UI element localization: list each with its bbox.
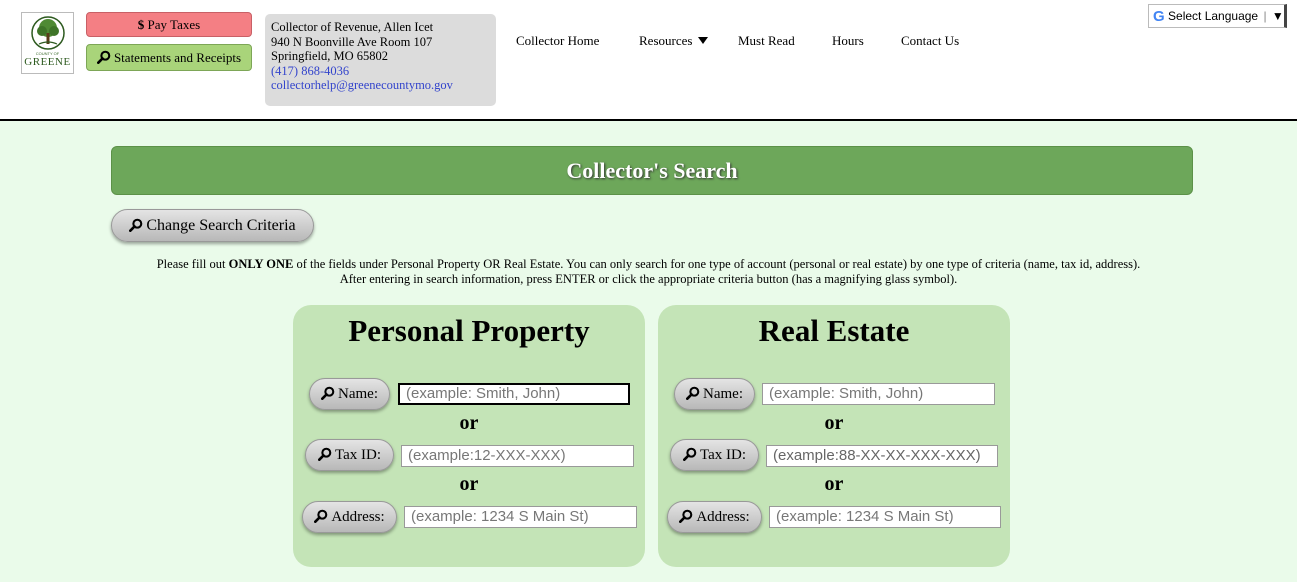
real-name-search-button[interactable]: Name: — [674, 378, 755, 410]
personal-taxid-input[interactable]: (example:12-XXX-XXX) — [401, 445, 634, 467]
or-separator: or — [824, 412, 844, 434]
phone-link[interactable]: (417) 868-4036 — [271, 64, 490, 79]
nav-hours[interactable]: Hours — [832, 33, 864, 49]
city-line: Springfield, MO 65802 — [271, 49, 389, 63]
dollar-icon: $ — [137, 17, 145, 32]
change-search-criteria-label: Change Search Criteria — [146, 217, 296, 234]
real-taxid-input[interactable]: (example:88-XX-XX-XXX-XXX) — [766, 445, 998, 467]
dropdown-arrow-icon: ▼ — [1271, 9, 1284, 23]
real-taxid-search-button[interactable]: Tax ID: — [670, 439, 759, 471]
contact-info-box: Collector of Revenue, Allen Icet 940 N B… — [265, 14, 496, 106]
pay-taxes-button[interactable]: $ Pay Taxes — [86, 12, 252, 37]
address-line: 940 N Boonville Ave Room 107 — [271, 34, 433, 49]
real-name-label: Name: — [703, 386, 743, 402]
instructions-pre: Please fill out — [156, 257, 229, 271]
tree-logo-icon — [31, 16, 65, 50]
change-search-criteria-button[interactable]: Change Search Criteria — [111, 209, 314, 242]
real-address-search-button[interactable]: Address: — [667, 501, 762, 533]
real-estate-title: Real Estate — [758, 313, 910, 348]
or-separator: or — [459, 473, 479, 495]
select-language-label: Select Language — [1168, 9, 1259, 23]
or-separator: or — [459, 412, 479, 434]
personal-name-input[interactable]: (example: Smith, John) — [398, 383, 630, 405]
real-taxid-label: Tax ID: — [699, 447, 747, 463]
nav-must-read[interactable]: Must Read — [738, 33, 795, 49]
instructions-emphasis: ONLY ONE — [228, 257, 294, 271]
statements-receipts-label: Statements and Receipts — [113, 50, 242, 65]
real-name-input[interactable]: (example: Smith, John) — [762, 383, 995, 405]
pay-taxes-label: Pay Taxes — [147, 17, 201, 32]
instructions-post: of the fields under Personal Property OR… — [293, 257, 1141, 271]
real-estate-panel: Real Estate Name: (example: Smith, John)… — [658, 305, 1010, 567]
google-g-icon: G — [1153, 8, 1165, 25]
personal-name-label: Name: — [338, 386, 378, 402]
instructions-line-2: After entering in search information, pr… — [339, 272, 958, 286]
nav-resources-label: Resources — [639, 33, 693, 48]
magnifier-icon — [97, 50, 111, 64]
real-address-label: Address: — [696, 509, 750, 525]
magnifier-icon — [129, 218, 143, 232]
instructions-line-1: Please fill out ONLY ONE of the fields u… — [0, 257, 1297, 272]
magnifier-icon — [321, 386, 335, 400]
personal-property-panel: Personal Property Name: (example: Smith,… — [293, 305, 645, 567]
real-address-input[interactable]: (example: 1234 S Main St) — [769, 506, 1001, 528]
magnifier-icon — [679, 509, 693, 523]
greene-county-logo[interactable]: COUNTY OF GREENE — [21, 12, 74, 74]
magnifier-icon — [318, 447, 332, 461]
personal-address-input[interactable]: (example: 1234 S Main St) — [404, 506, 637, 528]
personal-taxid-label: Tax ID: — [334, 447, 382, 463]
personal-name-search-button[interactable]: Name: — [309, 378, 390, 410]
caret-down-icon — [698, 37, 709, 44]
nav-collector-home[interactable]: Collector Home — [516, 33, 599, 49]
site-header: COUNTY OF GREENE $ Pay Taxes Statements … — [0, 0, 1297, 121]
or-separator: or — [824, 473, 844, 495]
personal-address-search-button[interactable]: Address: — [302, 501, 397, 533]
magnifier-icon — [686, 386, 700, 400]
logo-name-text: GREENE — [24, 56, 71, 68]
collector-name: Collector of Revenue, Allen Icet — [271, 20, 434, 34]
separator: | — [1263, 9, 1267, 23]
select-language-dropdown[interactable]: G Select Language | ▼ — [1148, 4, 1287, 28]
search-instructions: Please fill out ONLY ONE of the fields u… — [0, 257, 1297, 287]
email-link[interactable]: collectorhelp@greenecountymo.gov — [271, 78, 490, 93]
nav-contact-us[interactable]: Contact Us — [901, 33, 959, 49]
personal-address-label: Address: — [331, 509, 385, 525]
magnifier-icon — [314, 509, 328, 523]
statements-receipts-button[interactable]: Statements and Receipts — [86, 44, 252, 71]
nav-resources[interactable]: Resources — [639, 33, 709, 49]
main-content: Collector's Search Change Search Criteri… — [0, 121, 1297, 582]
page-title: Collector's Search — [111, 146, 1193, 195]
personal-property-title: Personal Property — [348, 313, 590, 348]
magnifier-icon — [683, 447, 697, 461]
personal-taxid-search-button[interactable]: Tax ID: — [305, 439, 394, 471]
